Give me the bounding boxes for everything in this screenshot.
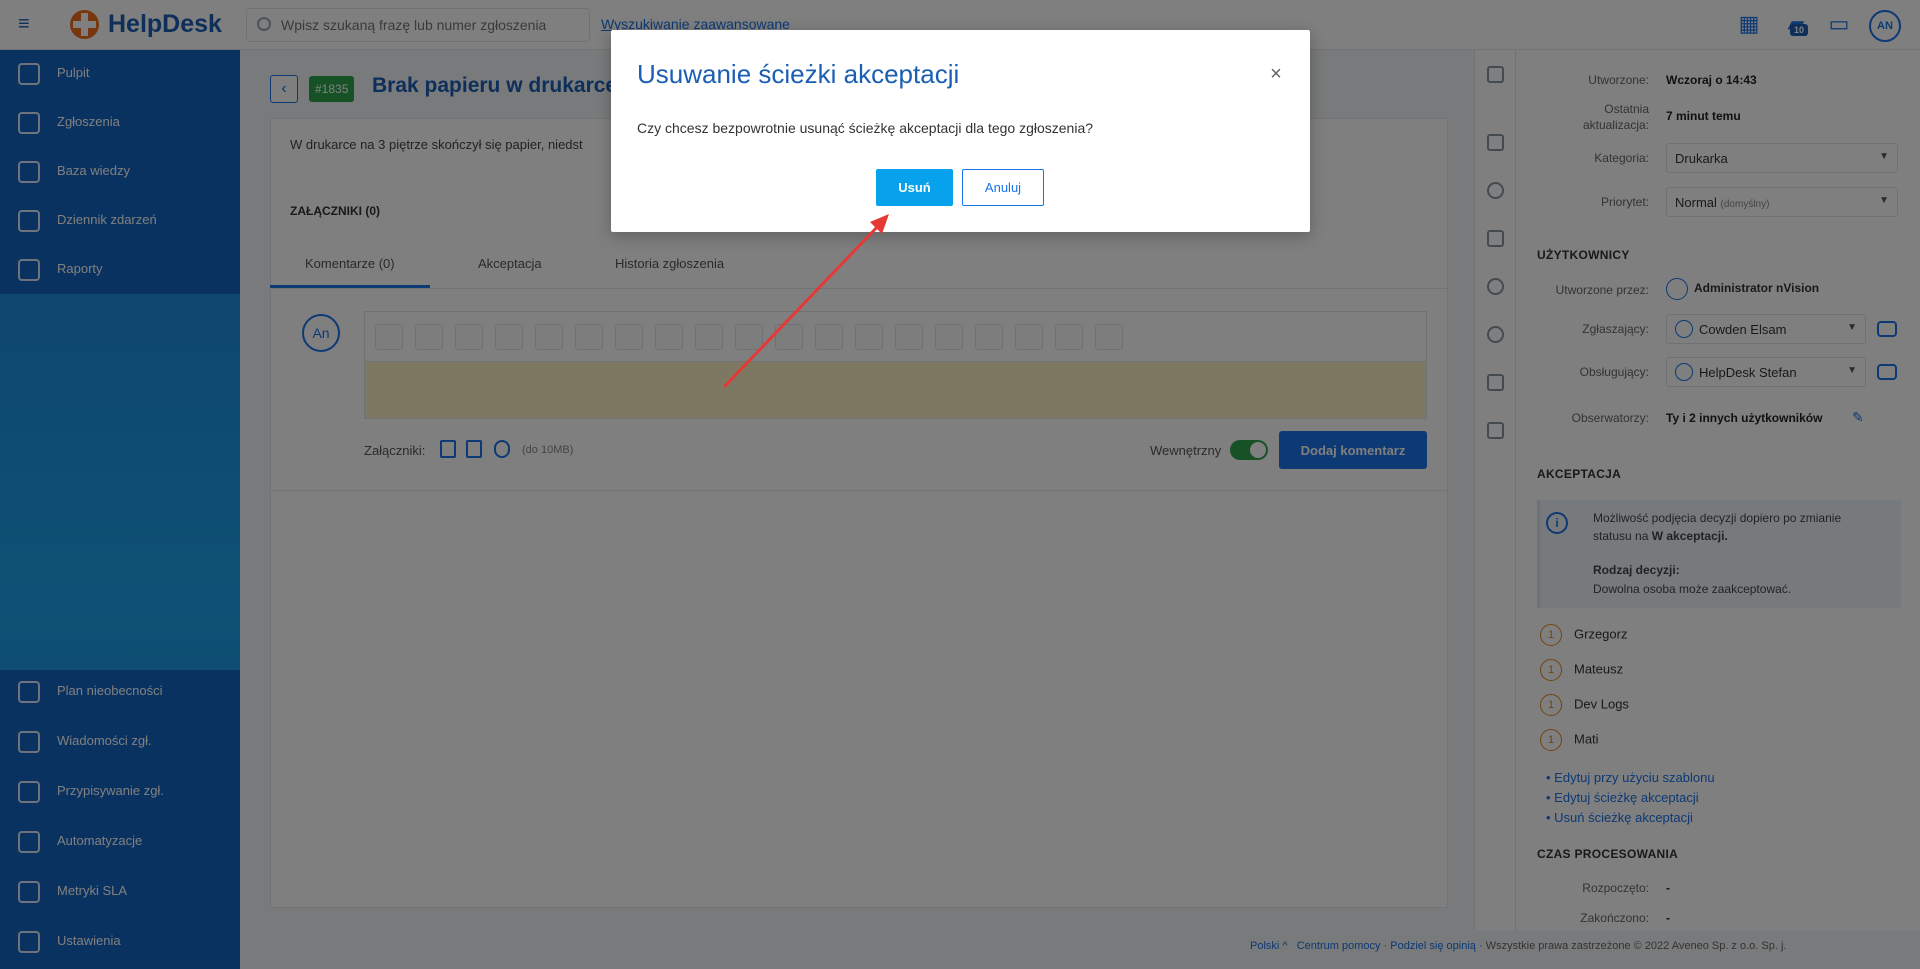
cancel-button[interactable]: Anuluj: [962, 169, 1044, 206]
dialog-message: Czy chcesz bezpowrotnie usunąć ścieżkę a…: [637, 120, 1094, 136]
delete-button[interactable]: Usuń: [876, 169, 953, 206]
dialog-title: Usuwanie ścieżki akceptacji: [637, 59, 960, 89]
close-icon[interactable]: ×: [1266, 64, 1286, 84]
delete-approval-dialog: Usuwanie ścieżki akceptacji × Czy chcesz…: [611, 30, 1310, 232]
